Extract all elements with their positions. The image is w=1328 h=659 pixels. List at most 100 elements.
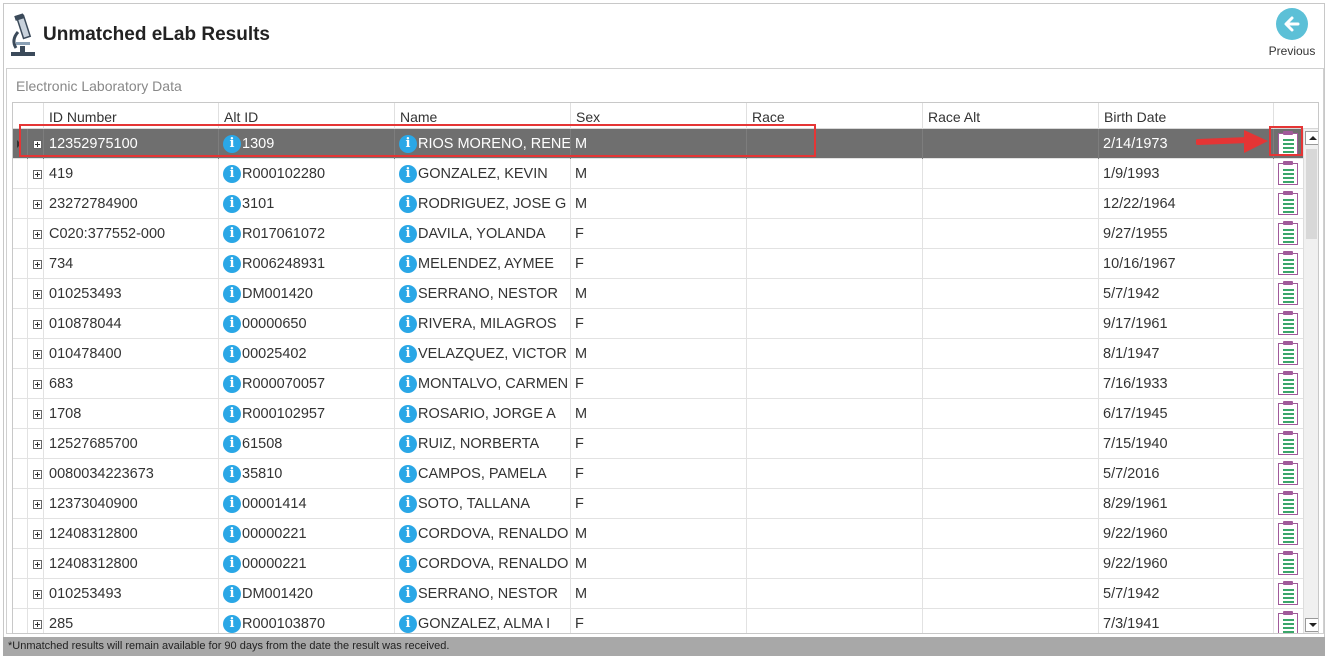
table-row[interactable]: 683 i R000070057 i MONTALVO, CARMEN F 7/16/193…	[13, 369, 1303, 399]
expand-row-icon[interactable]	[33, 470, 42, 479]
previous-button[interactable]: Previous	[1264, 8, 1320, 62]
cell-name: CAMPOS, PAMELA	[418, 466, 547, 482]
info-icon[interactable]: i	[399, 615, 417, 633]
previous-label: Previous	[1268, 44, 1316, 58]
expand-row-icon[interactable]	[33, 530, 42, 539]
info-icon[interactable]: i	[223, 525, 241, 543]
info-icon[interactable]: i	[223, 345, 241, 363]
clipboard-report-icon[interactable]	[1278, 341, 1298, 365]
clipboard-report-icon[interactable]	[1278, 281, 1298, 305]
cell-id: 12408312800	[49, 556, 138, 572]
expand-row-icon[interactable]	[33, 620, 42, 629]
info-icon[interactable]: i	[223, 435, 241, 453]
table-row[interactable]: 010878044 i 00000650 i RIVERA, MILAGROS F 9/17…	[13, 309, 1303, 339]
expand-row-icon[interactable]	[33, 350, 42, 359]
clipboard-report-icon[interactable]	[1278, 221, 1298, 245]
table-row[interactable]: 12408312800 i 00000221 i CORDOVA, RENALDO M 9/…	[13, 549, 1303, 579]
info-icon[interactable]: i	[399, 555, 417, 573]
info-icon[interactable]: i	[399, 195, 417, 213]
clipboard-report-icon[interactable]	[1278, 161, 1298, 185]
info-icon[interactable]: i	[223, 585, 241, 603]
clipboard-report-icon[interactable]	[1278, 311, 1298, 335]
cell-birth-date: 6/17/1945	[1103, 406, 1168, 422]
expand-row-icon[interactable]	[33, 500, 42, 509]
info-icon[interactable]: i	[399, 375, 417, 393]
cell-race-alt	[927, 249, 1097, 279]
scroll-up-button[interactable]	[1305, 131, 1318, 145]
info-icon[interactable]: i	[399, 405, 417, 423]
info-icon[interactable]: i	[223, 285, 241, 303]
table-row[interactable]: 12408312800 i 00000221 i CORDOVA, RENALDO M 9/…	[13, 519, 1303, 549]
clipboard-report-icon[interactable]	[1278, 461, 1298, 485]
expand-row-icon[interactable]	[33, 200, 42, 209]
info-icon[interactable]: i	[223, 465, 241, 483]
info-icon[interactable]: i	[223, 495, 241, 513]
table-row[interactable]: 12527685700 i 61508 i RUIZ, NORBERTA F 7/15/19…	[13, 429, 1303, 459]
table-row[interactable]: 285 i R000103870 i GONZALEZ, ALMA I F 7/3/1941	[13, 609, 1303, 633]
expand-row-icon[interactable]	[33, 320, 42, 329]
info-icon[interactable]: i	[399, 255, 417, 273]
expand-row-icon[interactable]	[33, 410, 42, 419]
clipboard-report-icon[interactable]	[1278, 581, 1298, 605]
cell-alt-id: 00000221	[242, 556, 307, 572]
info-icon[interactable]: i	[399, 435, 417, 453]
column-header-birth-date[interactable]: Birth Date	[1098, 103, 1273, 129]
info-icon[interactable]: i	[223, 375, 241, 393]
row-indicator	[13, 549, 27, 579]
info-icon[interactable]: i	[223, 165, 241, 183]
info-icon[interactable]: i	[223, 255, 241, 273]
info-icon[interactable]: i	[399, 495, 417, 513]
info-icon[interactable]: i	[223, 195, 241, 213]
cell-race-alt	[927, 489, 1097, 519]
info-icon[interactable]: i	[399, 585, 417, 603]
table-row[interactable]: C020:377552-000 i R017061072 i DAVILA, YOLAN…	[13, 219, 1303, 249]
expand-row-icon[interactable]	[33, 440, 42, 449]
info-icon[interactable]: i	[223, 615, 241, 633]
clipboard-report-icon[interactable]	[1278, 491, 1298, 515]
clipboard-report-icon[interactable]	[1278, 431, 1298, 455]
scroll-down-button[interactable]	[1305, 618, 1318, 632]
info-icon[interactable]: i	[399, 345, 417, 363]
table-row[interactable]: 419 i R000102280 i GONZALEZ, KEVIN M 1/9/1993	[13, 159, 1303, 189]
vertical-scrollbar[interactable]	[1303, 129, 1318, 633]
clipboard-report-icon[interactable]	[1278, 611, 1298, 633]
table-row[interactable]: 0080034223673 i 35810 i CAMPOS, PAMELA F 5/7/2…	[13, 459, 1303, 489]
clipboard-report-icon[interactable]	[1278, 251, 1298, 275]
cell-name: GONZALEZ, KEVIN	[418, 166, 548, 182]
clipboard-report-icon[interactable]	[1278, 371, 1298, 395]
table-row[interactable]: 010253493 i DM001420 i SERRANO, NESTOR M 5/7/1…	[13, 579, 1303, 609]
expand-row-icon[interactable]	[33, 230, 42, 239]
info-icon[interactable]: i	[223, 555, 241, 573]
column-header-race-alt[interactable]: Race Alt	[922, 103, 1098, 129]
info-icon[interactable]: i	[399, 225, 417, 243]
info-icon[interactable]: i	[399, 165, 417, 183]
table-row[interactable]: 010478400 i 00025402 i VELAZQUEZ, VICTOR IM8…	[13, 339, 1303, 369]
info-icon[interactable]: i	[399, 465, 417, 483]
scroll-thumb[interactable]	[1306, 149, 1317, 239]
table-row[interactable]: 1708 i R000102957 i ROSARIO, JORGE A M 6/17/19…	[13, 399, 1303, 429]
clipboard-report-icon[interactable]	[1278, 401, 1298, 425]
cell-id: 683	[49, 376, 74, 392]
info-icon[interactable]: i	[399, 285, 417, 303]
table-row[interactable]: 12373040900 i 00001414 i SOTO, TALLANA F 8/29/…	[13, 489, 1303, 519]
clipboard-report-icon[interactable]	[1278, 551, 1298, 575]
clipboard-report-icon[interactable]	[1278, 191, 1298, 215]
cell-id: 23272784900	[49, 196, 138, 212]
expand-row-icon[interactable]	[33, 590, 42, 599]
cell-race	[751, 309, 921, 339]
table-row[interactable]: 010253493 i DM001420 i SERRANO, NESTOR M 5/7/1…	[13, 279, 1303, 309]
info-icon[interactable]: i	[223, 315, 241, 333]
expand-row-icon[interactable]	[33, 290, 42, 299]
info-icon[interactable]: i	[223, 225, 241, 243]
info-icon[interactable]: i	[223, 405, 241, 423]
cell-race	[751, 489, 921, 519]
expand-row-icon[interactable]	[33, 560, 42, 569]
expand-row-icon[interactable]	[33, 380, 42, 389]
clipboard-report-icon[interactable]	[1278, 521, 1298, 545]
info-icon[interactable]: i	[399, 315, 417, 333]
table-row[interactable]: 23272784900 i 3101 i RODRIGUEZ, JOSE G M 12/22…	[13, 189, 1303, 219]
expand-row-icon[interactable]	[33, 170, 42, 179]
expand-row-icon[interactable]	[33, 260, 42, 269]
info-icon[interactable]: i	[399, 525, 417, 543]
table-row[interactable]: 734 i R006248931 i MELENDEZ, AYMEE F 10/16/196…	[13, 249, 1303, 279]
